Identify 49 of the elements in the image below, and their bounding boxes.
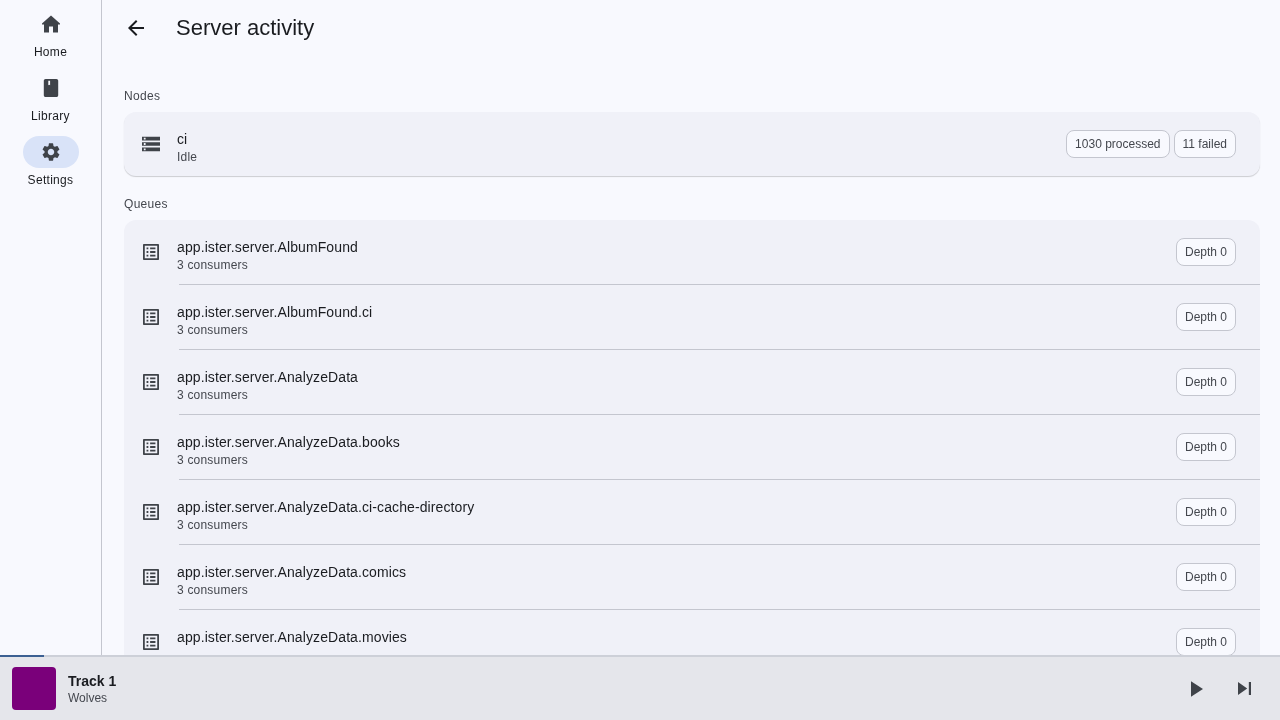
nav-label[interactable]: Settings: [27, 172, 74, 188]
list-icon: [143, 439, 159, 455]
queue-name: app.ister.server.AnalyzeData.movies: [177, 628, 408, 647]
track-artist: Wolves: [68, 689, 109, 706]
nav-indicator[interactable]: [22, 136, 79, 168]
queue-name: app.ister.server.AlbumFound: [177, 238, 359, 257]
home-icon: [41, 15, 60, 33]
node-status: Idle: [177, 149, 199, 165]
nav-label[interactable]: Home: [33, 44, 68, 60]
consumer-count: 3 consumers: [177, 582, 249, 598]
track-title: Track 1: [68, 671, 118, 690]
consumer-count: 3 consumers: [177, 322, 249, 338]
node-name: ci: [177, 130, 189, 149]
section-heading: Nodes: [124, 88, 162, 104]
depth-chip: Depth 0: [1175, 433, 1236, 461]
consumer-count: 3 consumers: [177, 257, 249, 273]
queue-name: app.ister.server.AnalyzeData.ci-cache-directory: [177, 498, 476, 517]
book-icon: [41, 79, 60, 97]
count-chip: 11 failed: [1173, 130, 1236, 158]
back-button[interactable]: [126, 18, 146, 38]
nav-label[interactable]: Library: [31, 108, 70, 124]
queue-name: app.ister.server.AnalyzeData.comics: [177, 563, 408, 582]
consumer-count: 3 consumers: [177, 452, 249, 468]
settings-icon: [41, 143, 60, 161]
back-arrow-icon: [128, 20, 144, 36]
depth-chip: Depth 0: [1175, 303, 1236, 331]
server-stack-icon: [142, 136, 160, 152]
album-art: [12, 667, 56, 710]
list-icon: [143, 309, 159, 325]
depth-chip: Depth 0: [1175, 238, 1236, 266]
section-heading: Queues: [124, 196, 169, 212]
play-icon: [1191, 680, 1203, 697]
queue-name: app.ister.server.AlbumFound.ci: [177, 303, 374, 322]
list-icon: [143, 504, 159, 520]
count-chip: 1030 processed: [1066, 130, 1170, 158]
skip-next-icon: [1237, 682, 1251, 695]
queue-name: app.ister.server.AnalyzeData: [177, 368, 359, 387]
list-icon: [143, 244, 159, 260]
consumer-count: 3 consumers: [177, 517, 249, 533]
page-title: Server activity: [176, 14, 315, 42]
consumer-count: 3 consumers: [177, 387, 249, 403]
depth-chip: Depth 0: [1175, 498, 1236, 526]
list-icon: [143, 374, 159, 390]
depth-chip: Depth 0: [1175, 563, 1236, 591]
depth-chip: Depth 0: [1175, 628, 1236, 655]
queue-name: app.ister.server.AnalyzeData.books: [177, 433, 401, 452]
list-icon: [143, 569, 159, 585]
list-icon: [143, 634, 159, 650]
depth-chip: Depth 0: [1175, 368, 1236, 396]
